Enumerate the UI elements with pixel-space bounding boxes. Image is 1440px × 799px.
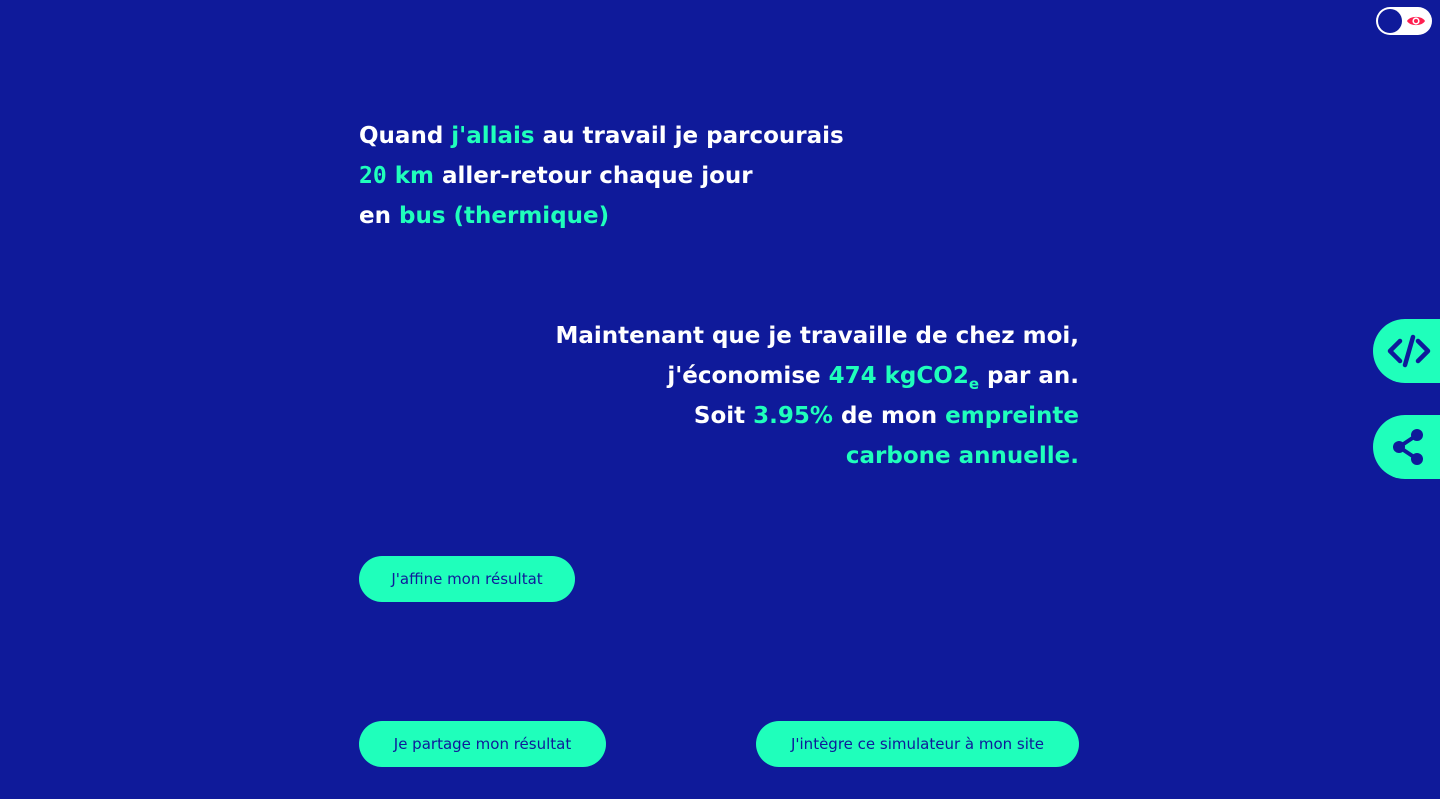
share-icon (1393, 429, 1423, 465)
result-line-4: carbone annuelle. (555, 436, 1079, 476)
share-result-button[interactable]: Je partage mon résultat (359, 721, 606, 767)
transport-mode-selector[interactable]: bus (thermique) (399, 203, 609, 229)
carbon-footprint-link-part2[interactable]: carbone annuelle. (846, 443, 1079, 469)
carbon-footprint-link-part1[interactable]: empreinte (945, 403, 1079, 429)
eye-icon (1407, 16, 1425, 26)
co2-savings-value: 474 kgCO2e (828, 363, 980, 393)
commute-description: Quand j'allais au travail je parcourais … (359, 116, 844, 236)
code-icon (1387, 334, 1431, 368)
result-line-2: j'économise 474 kgCO2e par an. (667, 363, 1079, 393)
result-line-3: Soit 3.95% de mon empreinte (693, 403, 1079, 429)
footprint-percentage: 3.95% (753, 403, 833, 429)
commute-line-1: Quand j'allais au travail je parcourais (359, 123, 844, 149)
result-statement: Maintenant que je travaille de chez moi,… (555, 316, 1079, 476)
tense-selector[interactable]: j'allais (451, 123, 534, 149)
share-side-tab[interactable] (1373, 415, 1440, 479)
result-line-1: Maintenant que je travaille de chez moi, (555, 323, 1079, 349)
commute-line-2: 20 km aller-retour chaque jour (359, 163, 753, 189)
embed-side-tab[interactable] (1373, 319, 1440, 383)
distance-input[interactable]: 20 km (359, 163, 434, 189)
embed-simulator-button[interactable]: J'intègre ce simulateur à mon site (756, 721, 1079, 767)
toggle-knob (1378, 9, 1402, 33)
theme-toggle[interactable] (1376, 7, 1432, 35)
commute-line-3: en bus (thermique) (359, 203, 610, 229)
refine-result-button[interactable]: J'affine mon résultat (359, 556, 575, 602)
